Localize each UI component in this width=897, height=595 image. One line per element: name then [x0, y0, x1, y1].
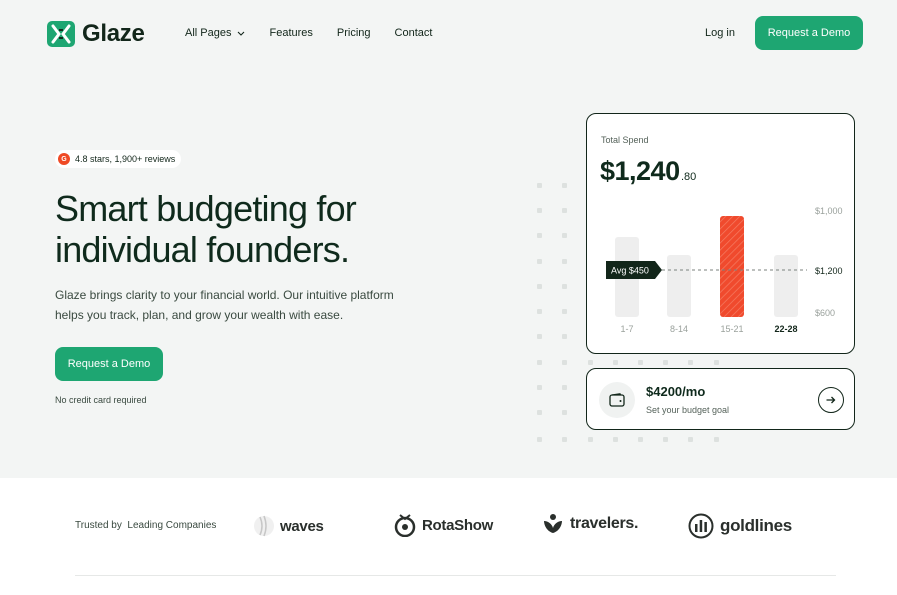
x-label-22-28: 22-28	[774, 324, 797, 334]
grid-dot	[562, 385, 567, 390]
nav-features[interactable]: Features	[269, 27, 312, 39]
logo-icon	[47, 21, 75, 47]
grid-dot	[537, 259, 542, 264]
logo-waves: waves	[254, 513, 324, 539]
hero-request-demo-button[interactable]: Request a Demo	[55, 347, 163, 381]
grid-dot	[688, 437, 693, 442]
x-label-15-21: 15-21	[720, 324, 743, 334]
grid-dot	[714, 437, 719, 442]
grid-dot	[613, 360, 618, 365]
nav-pricing[interactable]: Pricing	[337, 27, 371, 39]
logo-travelers: travelers.	[542, 513, 638, 535]
headline-line-1: Smart budgeting for	[55, 188, 357, 229]
grid-dot	[588, 437, 593, 442]
grid-dot	[588, 360, 593, 365]
grid-dot	[537, 385, 542, 390]
grid-dot	[537, 410, 542, 415]
goldlines-text: goldlines	[720, 516, 792, 535]
nav-features-label: Features	[269, 27, 313, 39]
bar-22-28	[774, 255, 798, 317]
no-card-note: No credit card required	[55, 395, 147, 405]
grid-dot	[537, 233, 542, 238]
wallet-icon	[599, 382, 635, 418]
grid-dot	[562, 334, 567, 339]
grid-dot	[562, 208, 567, 213]
grid-dot	[562, 233, 567, 238]
nav-all-pages[interactable]: All Pages	[185, 27, 245, 39]
grid-dot	[562, 437, 567, 442]
y-label-1200: $1,200	[815, 266, 843, 276]
x-label-8-14: 8-14	[670, 324, 688, 334]
trusted-label: Trusted by Leading Companies	[75, 520, 217, 531]
header-request-demo-button[interactable]: Request a Demo	[755, 16, 863, 50]
y-label-600: $600	[815, 308, 835, 318]
headline-line-2: individual founders.	[55, 229, 350, 270]
login-link[interactable]: Log in	[705, 27, 735, 39]
rating-badge: G 4.8 stars, 1,900+ reviews	[55, 150, 182, 168]
budget-goal-subtitle: Set your budget goal	[646, 405, 730, 415]
hero-description: Glaze brings clarity to your financial w…	[55, 288, 394, 322]
nav-all-pages-label: All Pages	[185, 27, 232, 39]
avg-tag-label: Avg $450	[611, 266, 649, 276]
bar-8-14	[667, 255, 691, 317]
y-label-1000: $1,000	[815, 206, 843, 216]
logo-rotashow: RotaShow	[394, 513, 493, 537]
logo-goldlines: goldlines	[688, 513, 792, 539]
bar-15-21	[720, 216, 744, 317]
logo[interactable]: Glaze	[47, 20, 145, 48]
grid-dot	[613, 437, 618, 442]
grid-dot	[562, 309, 567, 314]
main-nav: All Pages Features Pricing Contact	[185, 27, 456, 39]
x-label-1-7: 1-7	[620, 324, 633, 334]
g2-icon: G	[58, 153, 70, 165]
nav-contact[interactable]: Contact	[395, 27, 433, 39]
travelers-icon	[544, 514, 562, 533]
logo-text: Glaze	[82, 20, 145, 47]
grid-dot	[638, 437, 643, 442]
section-divider	[75, 575, 836, 576]
spend-chart: Avg $450 $1,000 $1,200 $600 1-7 8-14 15-…	[606, 206, 843, 334]
rating-text: 4.8 stars, 1,900+ reviews	[75, 154, 176, 164]
arrow-right-icon[interactable]	[818, 387, 844, 413]
grid-dot	[537, 437, 542, 442]
grid-dot	[562, 259, 567, 264]
rotashow-text: RotaShow	[422, 516, 493, 534]
grid-dot	[537, 334, 542, 339]
waves-text: waves	[280, 517, 324, 535]
grid-dot	[537, 284, 542, 289]
grid-dot	[537, 360, 542, 365]
grid-dot	[663, 360, 668, 365]
rotashow-icon	[394, 514, 416, 537]
grid-dot	[562, 284, 567, 289]
nav-contact-label: Contact	[394, 27, 433, 39]
total-spend-card: Total Spend $1,240 .80 Avg $450 $1,000 $…	[586, 113, 855, 354]
nav-pricing-label: Pricing	[336, 27, 371, 39]
grid-dot	[714, 360, 719, 365]
grid-dot	[537, 208, 542, 213]
budget-goal-card[interactable]: $4200/mo Set your budget goal	[586, 368, 855, 430]
grid-dot	[638, 360, 643, 365]
grid-dot	[688, 360, 693, 365]
grid-dot	[663, 437, 668, 442]
travelers-text: travelers.	[570, 515, 639, 532]
grid-dot	[562, 360, 567, 365]
goldlines-icon	[688, 513, 714, 539]
grid-dot	[537, 183, 542, 188]
page-title: Smart budgeting for individual founders.	[55, 188, 357, 270]
grid-dot	[537, 309, 542, 314]
waves-icon	[254, 515, 274, 537]
chevron-down-icon	[238, 31, 245, 36]
grid-dot	[562, 183, 567, 188]
budget-goal-amount: $4200/mo	[646, 384, 706, 399]
grid-dot	[562, 410, 567, 415]
